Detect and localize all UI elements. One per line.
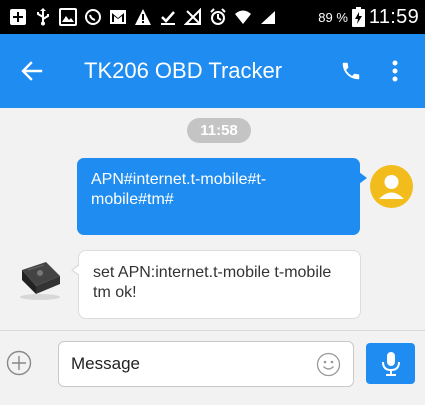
warning-icon (135, 9, 151, 25)
status-bar: 89 % 11:59 (0, 0, 425, 34)
emoji-icon (316, 352, 341, 377)
app-bar: TK206 OBD Tracker (0, 34, 425, 108)
message-composer (0, 330, 425, 405)
attach-button[interactable] (6, 350, 32, 376)
cell-signal-icon (261, 11, 275, 24)
call-button[interactable] (329, 34, 373, 108)
download-done-icon (161, 11, 175, 25)
person-icon (379, 175, 404, 199)
obd-device-icon (20, 262, 60, 300)
timestamp-pill: 11:58 (187, 118, 251, 143)
alarm-icon (210, 8, 226, 25)
conversation-title: TK206 OBD Tracker (84, 58, 283, 83)
outgoing-message[interactable]: APN#internet.t-mobile#t-mobile#tm# (77, 158, 367, 235)
voice-input-button[interactable] (366, 343, 415, 384)
emoji-button[interactable] (316, 352, 341, 377)
mic-icon (381, 351, 400, 376)
incoming-message[interactable]: set APN:internet.t-mobile t-mobile tm ok… (71, 250, 361, 319)
more-vert-icon (392, 60, 398, 82)
arrow-back-icon (21, 61, 43, 81)
add-box-icon (10, 9, 26, 25)
user-avatar[interactable] (370, 165, 413, 208)
notification-icons (0, 8, 277, 26)
no-signal-icon (184, 8, 201, 25)
status-right: 89 % 11:59 (318, 6, 425, 29)
message-list[interactable]: 11:58 APN#internet.t-mobile#t-mobile#tm#… (0, 108, 425, 330)
gmail-icon (110, 10, 126, 24)
phone-icon (342, 62, 360, 80)
image-icon (59, 8, 77, 26)
message-field[interactable] (58, 341, 354, 387)
overflow-menu-button[interactable] (373, 34, 417, 108)
message-input[interactable] (71, 354, 301, 374)
obd-device-avatar[interactable] (16, 256, 64, 302)
whatsapp-icon (85, 9, 101, 25)
wifi-icon (235, 10, 251, 24)
add-circle-icon (6, 350, 32, 376)
back-button[interactable] (4, 34, 60, 108)
usb-icon (37, 8, 49, 26)
battery-charging-icon (351, 7, 365, 27)
clock: 11:59 (368, 5, 419, 28)
battery-percent: 89 % (318, 9, 348, 25)
